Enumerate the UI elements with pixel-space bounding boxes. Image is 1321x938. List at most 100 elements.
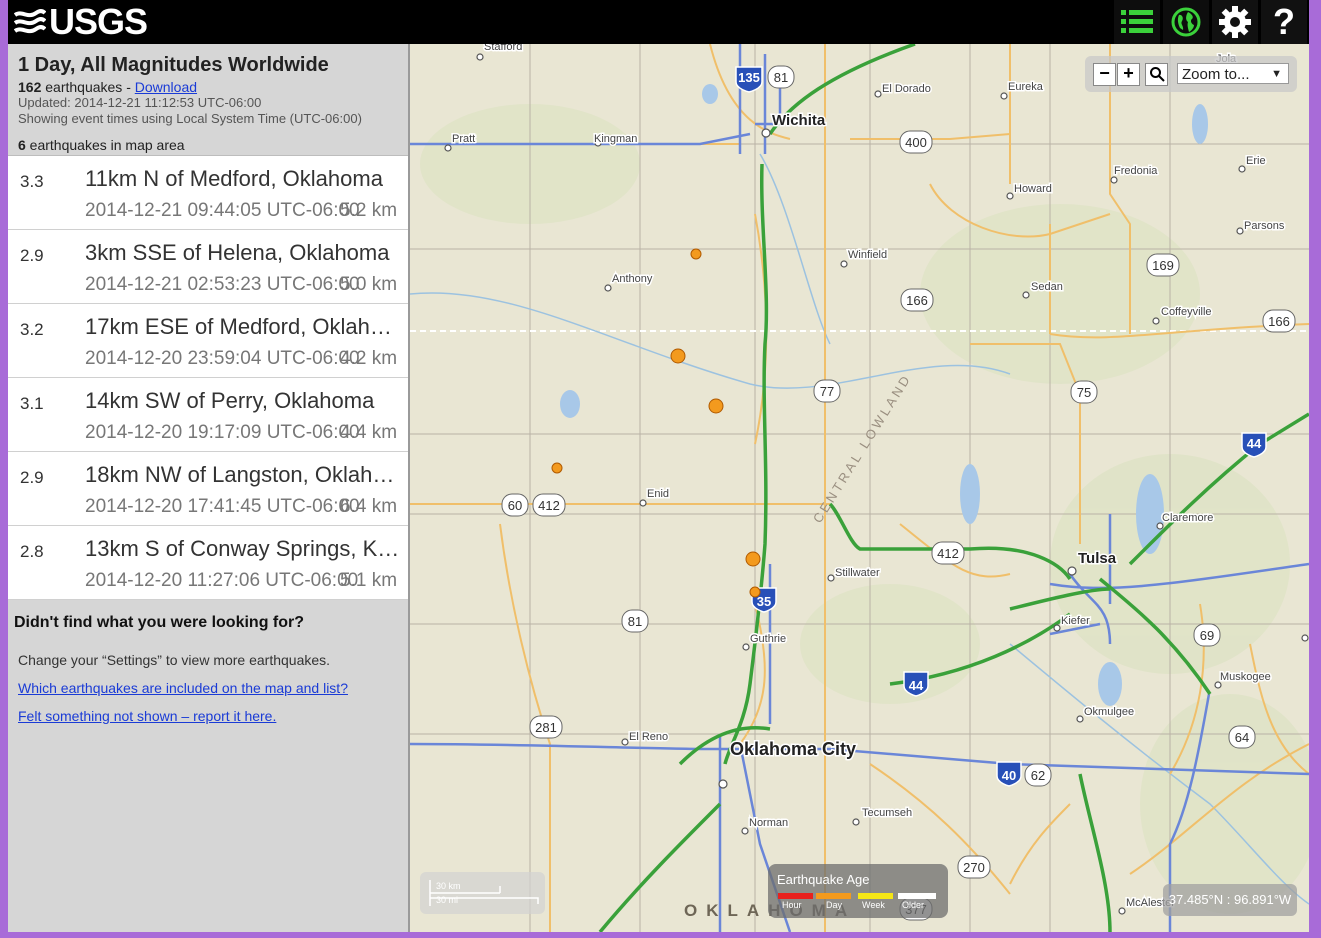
svg-text:412: 412 xyxy=(937,546,959,561)
zoom-to-select[interactable]: Zoom to... ▼ xyxy=(1177,63,1289,84)
earthquake-list-item[interactable]: 3.1 14km SW of Perry, Oklahoma 2014-12-2… xyxy=(8,378,408,452)
zoom-search-button[interactable] xyxy=(1145,63,1168,86)
svg-text:81: 81 xyxy=(774,70,788,85)
city-label: Sedan xyxy=(1031,281,1063,293)
zoom-out-button[interactable]: − xyxy=(1093,63,1116,86)
earthquake-age-legend: Earthquake Age Hour Day Week Older xyxy=(768,864,948,918)
location: 17km ESE of Medford, Oklahoma xyxy=(85,314,400,339)
sidebar: 1 Day, All Magnitudes Worldwide 162 eart… xyxy=(8,44,410,932)
earthquake-list-item[interactable]: 3.2 17km ESE of Medford, Oklahoma 2014-1… xyxy=(8,304,408,378)
location: 13km S of Conway Springs, Kansas xyxy=(85,536,400,561)
base-map[interactable]: 135 81 400 169 166 166 77 75 44 60 412 4… xyxy=(410,44,1309,932)
city-label: Stillwater xyxy=(835,567,880,579)
city-label: El Reno xyxy=(629,731,668,743)
earthquake-marker[interactable] xyxy=(745,551,761,567)
depth: 5.1 km xyxy=(340,570,398,591)
report-felt-link[interactable]: Felt something not shown – report it her… xyxy=(18,708,402,724)
city-label: Claremore xyxy=(1162,512,1213,524)
earthquake-list-item[interactable]: 2.9 3km SSE of Helena, Oklahoma 2014-12-… xyxy=(8,230,408,304)
settings-hint: Change your “Settings” to view more eart… xyxy=(18,652,331,668)
svg-text:75: 75 xyxy=(1077,385,1091,400)
city-label: Winfield xyxy=(848,249,887,261)
chevron-down-icon: ▼ xyxy=(1271,68,1282,80)
location: 3km SSE of Helena, Oklahoma xyxy=(85,240,390,265)
globe-icon xyxy=(1171,7,1201,37)
city-label: Howard xyxy=(1014,183,1052,195)
legend-older-label: Older xyxy=(902,900,925,910)
city-label: Tulsa xyxy=(1078,550,1117,567)
event-time: 2014-12-20 11:27:06 UTC-06:00 xyxy=(85,570,359,591)
magnifier-icon xyxy=(1149,67,1165,82)
earthquake-list: 3.3 11km N of Medford, Oklahoma 2014-12-… xyxy=(8,156,408,600)
earthquake-list-item[interactable]: 3.3 11km N of Medford, Oklahoma 2014-12-… xyxy=(8,156,408,230)
feed-count-line: 162 earthquakes - Download xyxy=(18,79,398,95)
map-view-button[interactable] xyxy=(1163,0,1209,44)
svg-text:270: 270 xyxy=(963,860,985,875)
event-time: 2014-12-20 19:17:09 UTC-06:00 xyxy=(85,422,360,443)
magnitude: 2.9 xyxy=(20,468,44,487)
city-label: Erie xyxy=(1246,155,1266,167)
city-label: Guthrie xyxy=(750,633,786,645)
zoom-in-button[interactable]: + xyxy=(1117,63,1140,86)
earthquake-marker[interactable] xyxy=(670,348,686,364)
city-label: Muskogee xyxy=(1220,671,1271,683)
settings-button[interactable] xyxy=(1212,0,1258,44)
gear-icon xyxy=(1219,6,1251,38)
zoom-to-value: Zoom to... xyxy=(1182,66,1250,83)
legend-day-label: Day xyxy=(826,900,843,910)
legend-day-swatch xyxy=(816,893,851,899)
city-label: Norman xyxy=(749,817,788,829)
location: 18km NW of Langston, Oklahoma xyxy=(85,462,400,487)
earthquake-marker[interactable] xyxy=(708,398,724,414)
zoom-control: − + Zoom to... ▼ xyxy=(1085,56,1297,92)
svg-text:166: 166 xyxy=(906,293,928,308)
depth: 5.2 km xyxy=(340,200,398,221)
map-area-count: 6 earthquakes in map area xyxy=(18,137,398,153)
scale-bar: 30 km 30 mi xyxy=(420,872,545,914)
interstate-shield-135: 135 xyxy=(735,66,763,93)
city-label: Anthony xyxy=(612,273,653,285)
earthquake-marker[interactable] xyxy=(749,586,761,598)
event-time: 2014-12-20 17:41:45 UTC-06:00 xyxy=(85,496,360,517)
city-label: Oklahoma City xyxy=(730,739,856,759)
download-link[interactable]: Download xyxy=(135,79,197,95)
svg-text:281: 281 xyxy=(535,720,557,735)
location: 14km SW of Perry, Oklahoma xyxy=(85,388,375,413)
map-view[interactable]: 135 81 400 169 166 166 77 75 44 60 412 4… xyxy=(410,44,1309,932)
earthquake-marker[interactable] xyxy=(690,248,702,260)
map-count: 6 xyxy=(18,137,26,153)
city-label: Kiefer xyxy=(1061,615,1090,627)
svg-text:135: 135 xyxy=(738,70,760,85)
help-section: Didn't find what you were looking for? C… xyxy=(8,600,408,724)
legend-title: Earthquake Age xyxy=(777,872,870,887)
legend-week-swatch xyxy=(858,893,893,899)
svg-text:62: 62 xyxy=(1031,768,1045,783)
earthquake-list-item[interactable]: 2.9 18km NW of Langston, Oklahoma 2014-1… xyxy=(8,452,408,526)
city-label: Tecumseh xyxy=(862,807,912,819)
included-earthquakes-link[interactable]: Which earthquakes are included on the ma… xyxy=(18,680,402,696)
magnitude: 2.8 xyxy=(20,542,44,561)
help-button[interactable]: ? xyxy=(1261,0,1307,44)
toolbar: ? xyxy=(1111,0,1307,44)
scale-mi: 30 mi xyxy=(436,895,459,905)
list-view-button[interactable] xyxy=(1114,0,1160,44)
legend-hour-swatch xyxy=(778,893,813,899)
svg-text:44: 44 xyxy=(909,678,924,693)
svg-text:69: 69 xyxy=(1200,628,1214,643)
earthquake-marker[interactable] xyxy=(551,462,563,474)
svg-text:400: 400 xyxy=(905,135,927,150)
svg-text:64: 64 xyxy=(1235,730,1249,745)
scale-km: 30 km xyxy=(436,881,461,891)
help-title: Didn't find what you were looking for? xyxy=(14,614,305,631)
svg-text:35: 35 xyxy=(757,594,771,609)
city-label: Pratt xyxy=(452,133,475,145)
city-label: Kingman xyxy=(594,133,637,145)
city-label: Eureka xyxy=(1008,81,1044,93)
svg-text:169: 169 xyxy=(1152,258,1174,273)
city-label: Fredonia xyxy=(1114,165,1158,177)
summary-header: 1 Day, All Magnitudes Worldwide 162 eart… xyxy=(8,44,408,156)
earthquake-list-item[interactable]: 2.8 13km S of Conway Springs, Kansas 201… xyxy=(8,526,408,600)
list-icon xyxy=(1121,10,1153,33)
usgs-logo[interactable]: USGS xyxy=(13,4,148,40)
feed-count: 162 xyxy=(18,79,42,95)
